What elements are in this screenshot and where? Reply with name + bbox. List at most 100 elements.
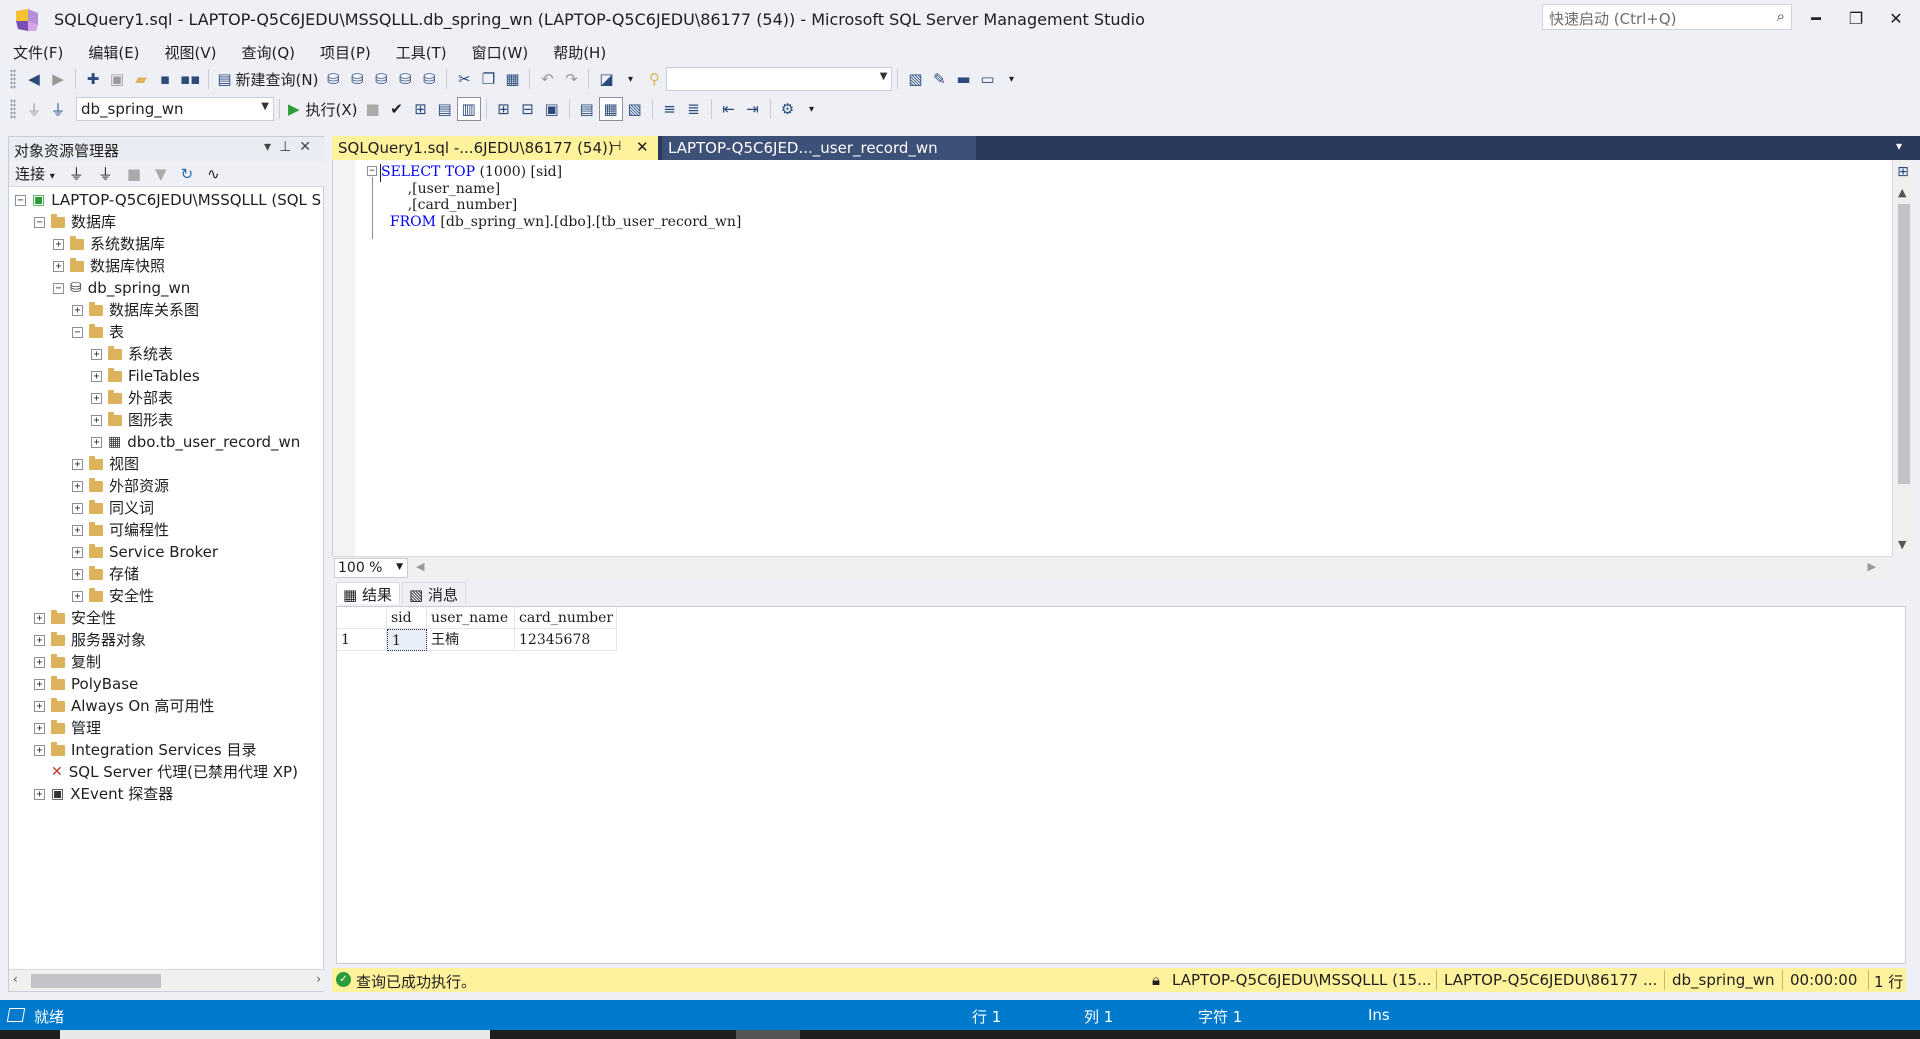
grid-cell-sid[interactable]: 1: [387, 629, 427, 651]
tab-sqlquery1[interactable]: SQLQuery1.sql -...6JEDU\86177 (54)) ⊣ ✕: [332, 136, 658, 160]
menu-file[interactable]: 文件(F): [4, 40, 72, 64]
row-number[interactable]: 1: [337, 629, 387, 651]
tab-results[interactable]: ▦ 结果: [336, 582, 400, 604]
chevron-down-icon[interactable]: ▾: [264, 139, 279, 155]
tree-node[interactable]: − 表: [72, 321, 124, 343]
expand-icon[interactable]: +: [34, 634, 45, 646]
menu-help[interactable]: 帮助(H): [544, 40, 615, 64]
connect-button[interactable]: ⏚: [22, 97, 46, 121]
tree-node[interactable]: + PolyBase: [34, 673, 138, 695]
xmla-query-button[interactable]: ⛁: [393, 67, 417, 91]
tree-node[interactable]: + 数据库快照: [53, 255, 165, 277]
tree-node[interactable]: − ⛁ db_spring_wn: [53, 277, 190, 299]
new-query-button[interactable]: ▤ 新建查询(N): [214, 67, 321, 91]
paste-button[interactable]: ▦: [500, 67, 524, 91]
specify-template-values-button[interactable]: ⚙: [776, 97, 800, 121]
activity-monitor-icon[interactable]: ∿: [207, 165, 220, 183]
new-project-button[interactable]: ✚: [81, 67, 105, 91]
mdx-query-button[interactable]: ⛁: [345, 67, 369, 91]
expand-icon[interactable]: +: [72, 304, 83, 316]
expand-icon[interactable]: +: [91, 348, 102, 360]
forward-button[interactable]: ▶: [46, 67, 70, 91]
editor-vertical-scrollbar[interactable]: ▲ ▼: [1892, 160, 1914, 556]
scroll-right-icon[interactable]: ›: [316, 972, 321, 986]
expand-icon[interactable]: +: [34, 744, 45, 756]
save-button[interactable]: ▪: [153, 67, 177, 91]
taskbar-search[interactable]: [60, 1030, 490, 1039]
collapse-outline-icon[interactable]: −: [367, 166, 377, 176]
decrease-indent-button[interactable]: ⇤: [717, 97, 741, 121]
expand-icon[interactable]: +: [53, 260, 64, 272]
tree-node[interactable]: + 可编程性: [72, 519, 169, 541]
available-databases-select[interactable]: db_spring_wn ▼: [76, 97, 274, 121]
maximize-button[interactable]: ❐: [1836, 6, 1876, 32]
tab-user-record[interactable]: LAPTOP-Q5C6JED..._user_record_wn: [662, 136, 976, 160]
solution-explorer-button[interactable]: ▧: [903, 67, 927, 91]
back-button[interactable]: ◀: [22, 67, 46, 91]
query-editor[interactable]: − SELECT TOP (1000) [sid] ,[user_name] ,…: [332, 160, 1892, 556]
expand-icon[interactable]: +: [72, 568, 83, 580]
tree-node[interactable]: ✕ SQL Server 代理(已禁用代理 XP): [34, 761, 298, 783]
toolbar-options[interactable]: ▾: [800, 97, 824, 121]
intellisense-button[interactable]: ▥: [456, 97, 481, 121]
stop-icon[interactable]: ■: [127, 165, 141, 183]
pin-icon[interactable]: ⊥: [279, 139, 299, 155]
database-engine-query-button[interactable]: ⛁: [321, 67, 345, 91]
tab-messages[interactable]: ▧ 消息: [402, 582, 466, 604]
results-to-grid-button[interactable]: ▦: [598, 97, 623, 121]
connect-plug-icon[interactable]: ⏚: [69, 163, 84, 184]
results-grid[interactable]: sid user_name card_number 1 1 王楠 1234567…: [336, 606, 1906, 964]
tree-node[interactable]: + 管理: [34, 717, 101, 739]
menu-tools[interactable]: 工具(T): [387, 40, 456, 64]
tree-node[interactable]: + ▣ XEvent 探查器: [34, 783, 173, 805]
expand-icon[interactable]: +: [34, 612, 45, 624]
tree-node[interactable]: + 安全性: [72, 585, 154, 607]
open-file-button[interactable]: ▰: [129, 67, 153, 91]
collapse-icon[interactable]: −: [72, 326, 83, 338]
tree-node[interactable]: + 服务器对象: [34, 629, 146, 651]
expand-icon[interactable]: +: [34, 656, 45, 668]
tree-node[interactable]: + Service Broker: [72, 541, 218, 563]
cut-button[interactable]: ✂: [452, 67, 476, 91]
expand-icon[interactable]: +: [72, 480, 83, 492]
close-icon[interactable]: ✕: [636, 138, 649, 156]
expand-icon[interactable]: +: [53, 238, 64, 250]
scroll-up-icon[interactable]: ▲: [1898, 186, 1906, 199]
expand-icon[interactable]: +: [72, 502, 83, 514]
tree-node[interactable]: + 视图: [72, 453, 139, 475]
tree-node[interactable]: + FileTables: [91, 365, 200, 387]
comment-button[interactable]: ≡: [658, 97, 682, 121]
uncomment-button[interactable]: ≣: [682, 97, 706, 121]
tree-node[interactable]: + Integration Services 目录: [34, 739, 256, 761]
refresh-icon[interactable]: ↻: [181, 165, 194, 183]
taskbar-app[interactable]: [736, 1030, 800, 1039]
query-options-button[interactable]: ▤: [433, 97, 457, 121]
expand-icon[interactable]: +: [34, 788, 45, 800]
activity-monitor-button[interactable]: ◪: [594, 67, 618, 91]
save-all-button[interactable]: ▪▪: [177, 67, 203, 91]
horizontal-scrollbar[interactable]: ‹ ›: [9, 969, 325, 991]
properties-button[interactable]: ✎: [927, 67, 951, 91]
tree-node[interactable]: + 图形表: [91, 409, 173, 431]
expand-icon[interactable]: +: [34, 678, 45, 690]
tree-node[interactable]: + 复制: [34, 651, 101, 673]
tree-node[interactable]: − 数据库: [34, 211, 116, 233]
menu-view[interactable]: 视图(V): [156, 40, 226, 64]
toolbar-grip[interactable]: [10, 99, 16, 119]
expand-icon[interactable]: +: [91, 436, 102, 448]
menu-project[interactable]: 项目(P): [311, 40, 380, 64]
column-header-user-name[interactable]: user_name: [427, 607, 515, 629]
results-to-text-button[interactable]: ▤: [575, 97, 599, 121]
toolbar-options[interactable]: ▾: [999, 67, 1023, 91]
menu-window[interactable]: 窗口(W): [463, 40, 538, 64]
split-editor-icon[interactable]: ⊞: [1894, 164, 1912, 182]
copy-button[interactable]: ❐: [476, 67, 500, 91]
tree-node[interactable]: + ▦ dbo.tb_user_record_wn: [91, 431, 300, 453]
increase-indent-button[interactable]: ⇥: [741, 97, 765, 121]
undo-button[interactable]: ↶: [535, 67, 559, 91]
add-item-button[interactable]: ▣: [105, 67, 129, 91]
grid-cell-card-number[interactable]: 12345678: [515, 629, 617, 651]
dax-query-button[interactable]: ⛁: [417, 67, 441, 91]
parse-button[interactable]: ✔: [385, 97, 409, 121]
toolbar-dropdown[interactable]: ▾: [618, 67, 642, 91]
